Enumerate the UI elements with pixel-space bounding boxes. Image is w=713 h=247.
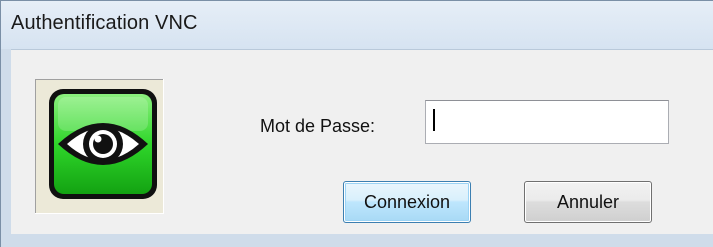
- cancel-button[interactable]: Annuler: [524, 181, 652, 223]
- window-title: Authentification VNC: [11, 12, 198, 34]
- text-caret: [433, 109, 435, 131]
- logo-frame: [35, 79, 164, 214]
- connect-button[interactable]: Connexion: [343, 181, 471, 223]
- dialog-body: Mot de Passe: Connexion Annuler: [11, 49, 713, 234]
- password-input[interactable]: [425, 100, 669, 144]
- title-bar[interactable]: Authentification VNC: [1, 1, 713, 49]
- password-label: Mot de Passe:: [260, 116, 376, 136]
- vnc-eye-icon: [49, 89, 157, 199]
- auth-dialog-window: Authentification VNC Mot de Passe: Conne…: [0, 0, 713, 247]
